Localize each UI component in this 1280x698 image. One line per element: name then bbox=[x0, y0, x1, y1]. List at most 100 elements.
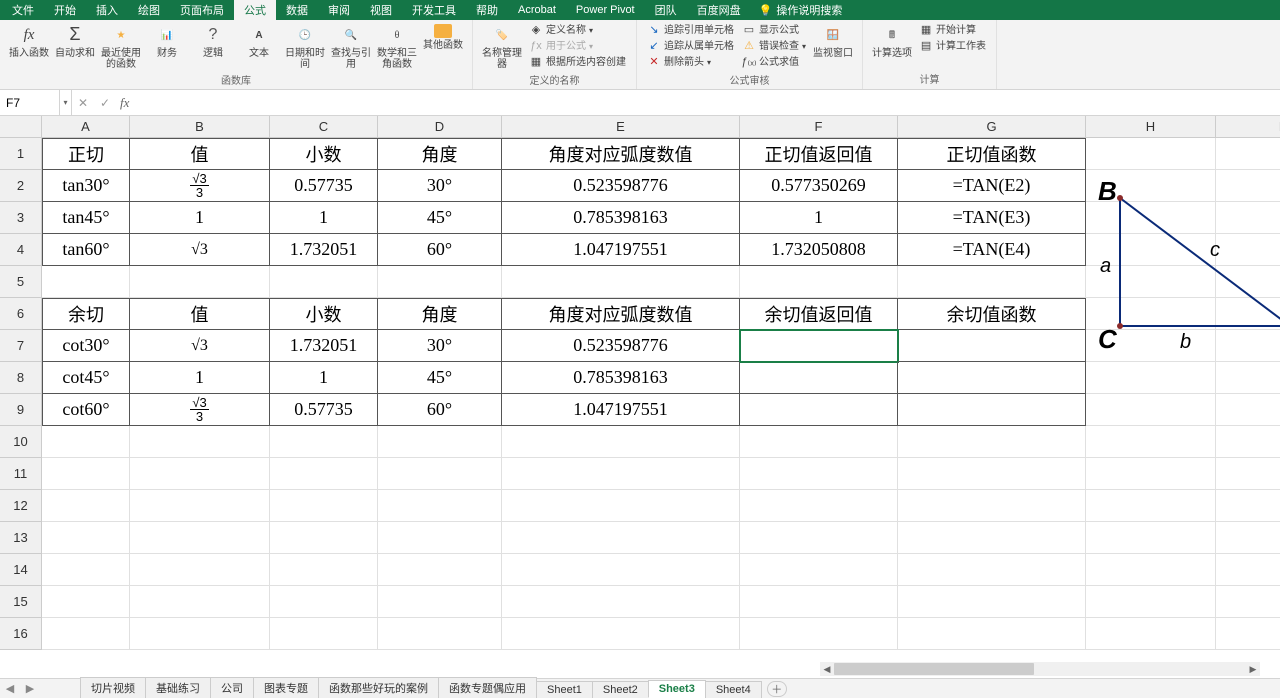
fx-icon[interactable]: fx bbox=[116, 95, 133, 111]
cell-E2[interactable]: 0.523598776 bbox=[502, 170, 740, 202]
cell-G15[interactable] bbox=[898, 586, 1086, 618]
autosum-button[interactable]: Σ自动求和 bbox=[52, 22, 98, 72]
cell-D9[interactable]: 60° bbox=[378, 394, 502, 426]
recent-functions-button[interactable]: ★最近使用的函数 bbox=[98, 22, 144, 72]
calc-now-button[interactable]: ▦开始计算 bbox=[917, 23, 978, 39]
cell-F6[interactable]: 余切值返回值 bbox=[740, 298, 898, 330]
row-header-16[interactable]: 16 bbox=[0, 618, 42, 650]
cell-D16[interactable] bbox=[378, 618, 502, 650]
cell-E7[interactable]: 0.523598776 bbox=[502, 330, 740, 362]
cell-A3[interactable]: tan45° bbox=[42, 202, 130, 234]
row-header-13[interactable]: 13 bbox=[0, 522, 42, 554]
menu-layout[interactable]: 页面布局 bbox=[170, 0, 234, 20]
cell-A2[interactable]: tan30° bbox=[42, 170, 130, 202]
cell-E11[interactable] bbox=[502, 458, 740, 490]
col-header-D[interactable]: D bbox=[378, 116, 502, 138]
row-headers[interactable]: 12345678910111213141516 bbox=[0, 138, 42, 650]
col-header-H[interactable]: H bbox=[1086, 116, 1216, 138]
cell-B15[interactable] bbox=[130, 586, 270, 618]
cell-A5[interactable] bbox=[42, 266, 130, 298]
cell-H13[interactable] bbox=[1086, 522, 1216, 554]
menu-powerpivot[interactable]: Power Pivot bbox=[566, 0, 645, 20]
row-header-1[interactable]: 1 bbox=[0, 138, 42, 170]
cell-I14[interactable] bbox=[1216, 554, 1280, 586]
cell-I8[interactable] bbox=[1216, 362, 1280, 394]
cell-E10[interactable] bbox=[502, 426, 740, 458]
cell-D14[interactable] bbox=[378, 554, 502, 586]
row-header-7[interactable]: 7 bbox=[0, 330, 42, 362]
text-button[interactable]: A文本 bbox=[236, 22, 282, 72]
cell-B10[interactable] bbox=[130, 426, 270, 458]
row-header-8[interactable]: 8 bbox=[0, 362, 42, 394]
cell-A9[interactable]: cot60° bbox=[42, 394, 130, 426]
insert-function-button[interactable]: fx插入函数 bbox=[6, 22, 52, 72]
select-all-corner[interactable] bbox=[0, 116, 42, 138]
evaluate-formula-button[interactable]: ƒ₍ₓ₎公式求值 bbox=[740, 55, 801, 71]
sheet-tab-函数专题偶应用[interactable]: 函数专题偶应用 bbox=[438, 677, 537, 698]
cell-E6[interactable]: 角度对应弧度数值 bbox=[502, 298, 740, 330]
menu-baidu[interactable]: 百度网盘 bbox=[687, 0, 751, 20]
calc-sheet-button[interactable]: ▤计算工作表 bbox=[917, 39, 988, 55]
watch-window-button[interactable]: 🪟监视窗口 bbox=[810, 22, 856, 72]
row-header-5[interactable]: 5 bbox=[0, 266, 42, 298]
cell-D2[interactable]: 30° bbox=[378, 170, 502, 202]
cell-B4[interactable]: √3 bbox=[130, 234, 270, 266]
datetime-button[interactable]: 🕒日期和时间 bbox=[282, 22, 328, 72]
cell-H10[interactable] bbox=[1086, 426, 1216, 458]
cell-A15[interactable] bbox=[42, 586, 130, 618]
cell-D11[interactable] bbox=[378, 458, 502, 490]
logical-button[interactable]: ?逻辑 bbox=[190, 22, 236, 72]
cell-I16[interactable] bbox=[1216, 618, 1280, 650]
menu-formulas[interactable]: 公式 bbox=[234, 0, 276, 20]
tab-scroll-right-icon[interactable]: ▶ bbox=[26, 682, 34, 695]
cell-H15[interactable] bbox=[1086, 586, 1216, 618]
cell-D8[interactable]: 45° bbox=[378, 362, 502, 394]
scroll-right-icon[interactable]: ▶ bbox=[1246, 662, 1260, 676]
menu-acrobat[interactable]: Acrobat bbox=[508, 0, 566, 20]
trace-dependents-button[interactable]: ↙追踪从属单元格 bbox=[645, 39, 736, 55]
cell-A13[interactable] bbox=[42, 522, 130, 554]
cell-A12[interactable] bbox=[42, 490, 130, 522]
cell-C4[interactable]: 1.732051 bbox=[270, 234, 378, 266]
cell-H1[interactable] bbox=[1086, 138, 1216, 170]
cell-C7[interactable]: 1.732051 bbox=[270, 330, 378, 362]
cell-C2[interactable]: 0.57735 bbox=[270, 170, 378, 202]
cell-H16[interactable] bbox=[1086, 618, 1216, 650]
row-header-14[interactable]: 14 bbox=[0, 554, 42, 586]
cell-I13[interactable] bbox=[1216, 522, 1280, 554]
sheet-tab-Sheet4[interactable]: Sheet4 bbox=[705, 681, 762, 698]
sheet-tab-公司[interactable]: 公司 bbox=[210, 677, 254, 698]
cell-H8[interactable] bbox=[1086, 362, 1216, 394]
cell-A6[interactable]: 余切 bbox=[42, 298, 130, 330]
remove-arrows-button[interactable]: ✕删除箭头 ▾ bbox=[645, 55, 713, 71]
cell-F11[interactable] bbox=[740, 458, 898, 490]
create-from-selection-button[interactable]: ▦根据所选内容创建 bbox=[527, 55, 628, 71]
cell-B14[interactable] bbox=[130, 554, 270, 586]
cell-B16[interactable] bbox=[130, 618, 270, 650]
cell-A11[interactable] bbox=[42, 458, 130, 490]
cell-F1[interactable]: 正切值返回值 bbox=[740, 138, 898, 170]
cell-E12[interactable] bbox=[502, 490, 740, 522]
cell-D4[interactable]: 60° bbox=[378, 234, 502, 266]
cell-G12[interactable] bbox=[898, 490, 1086, 522]
cell-C1[interactable]: 小数 bbox=[270, 138, 378, 170]
use-in-formula-button[interactable]: ƒx用于公式 ▾ bbox=[527, 39, 595, 55]
row-header-4[interactable]: 4 bbox=[0, 234, 42, 266]
cell-G10[interactable] bbox=[898, 426, 1086, 458]
cell-G16[interactable] bbox=[898, 618, 1086, 650]
col-header-C[interactable]: C bbox=[270, 116, 378, 138]
cell-E3[interactable]: 0.785398163 bbox=[502, 202, 740, 234]
row-header-15[interactable]: 15 bbox=[0, 586, 42, 618]
tell-me[interactable]: 💡 操作说明搜索 bbox=[759, 2, 843, 18]
cell-G11[interactable] bbox=[898, 458, 1086, 490]
cell-A16[interactable] bbox=[42, 618, 130, 650]
cell-F10[interactable] bbox=[740, 426, 898, 458]
cell-I11[interactable] bbox=[1216, 458, 1280, 490]
cancel-button[interactable]: ✕ bbox=[72, 90, 94, 115]
cell-B13[interactable] bbox=[130, 522, 270, 554]
menu-dev[interactable]: 开发工具 bbox=[402, 0, 466, 20]
cell-B9[interactable]: √33 bbox=[130, 394, 270, 426]
cell-C12[interactable] bbox=[270, 490, 378, 522]
cell-B6[interactable]: 值 bbox=[130, 298, 270, 330]
cell-F3[interactable]: 1 bbox=[740, 202, 898, 234]
